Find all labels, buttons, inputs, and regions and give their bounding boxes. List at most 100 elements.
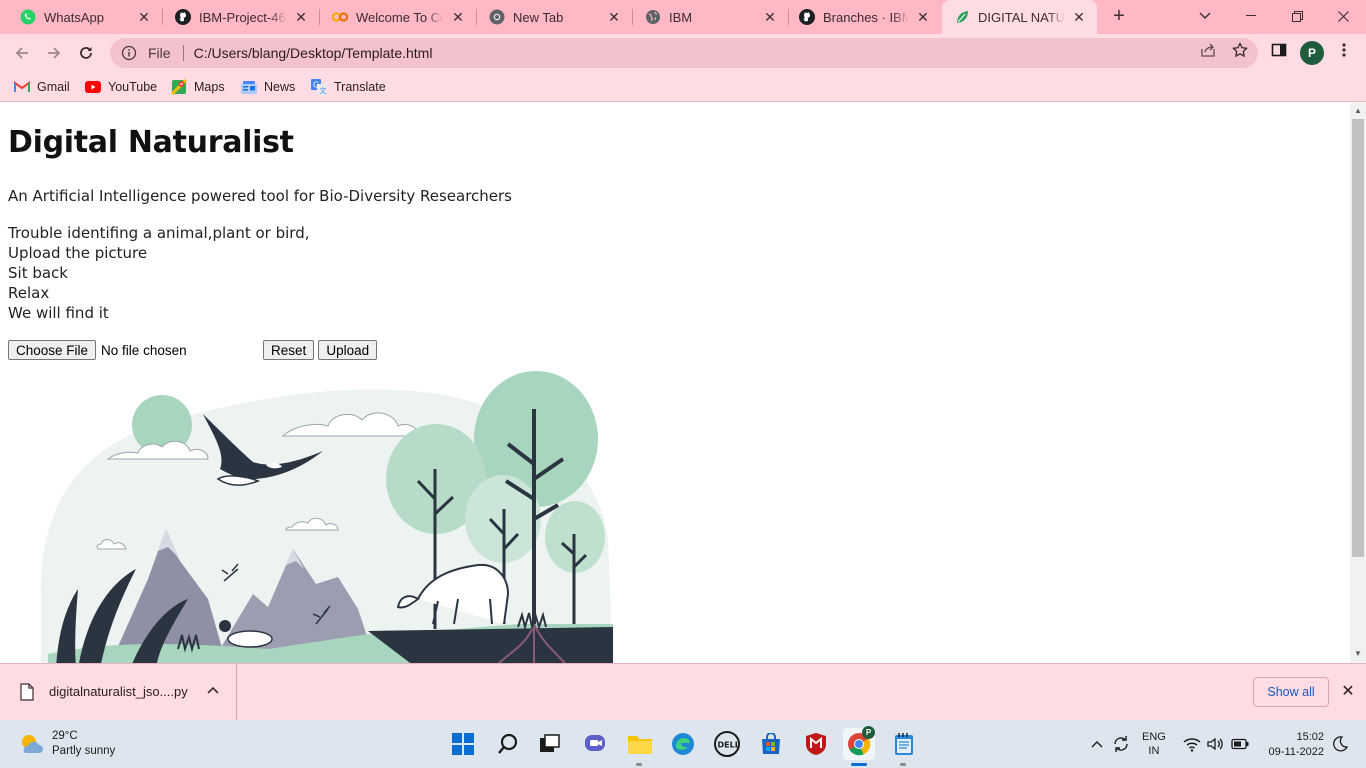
close-icon[interactable]: ✕ bbox=[450, 9, 466, 25]
search-icon[interactable] bbox=[492, 728, 524, 760]
file-explorer-icon[interactable] bbox=[624, 728, 656, 760]
wifi-icon[interactable] bbox=[1183, 735, 1201, 753]
profile-avatar[interactable]: P bbox=[1300, 41, 1324, 65]
close-icon[interactable]: ✕ bbox=[1339, 683, 1357, 701]
tab-title: New Tab bbox=[513, 9, 564, 25]
close-icon[interactable]: ✕ bbox=[762, 9, 778, 25]
instruction-line: We will find it bbox=[8, 304, 109, 322]
close-icon[interactable]: ✕ bbox=[915, 9, 931, 25]
instruction-line: Sit back bbox=[8, 264, 68, 282]
reset-button[interactable]: Reset bbox=[263, 340, 315, 360]
tab-title: IBM-Project-4632 bbox=[199, 9, 287, 25]
close-icon[interactable]: ✕ bbox=[1071, 9, 1087, 25]
file-status-text: No file chosen bbox=[101, 342, 187, 358]
back-button[interactable] bbox=[8, 39, 36, 67]
task-view-icon[interactable] bbox=[534, 728, 566, 760]
mcafee-icon[interactable] bbox=[800, 728, 832, 760]
show-all-button[interactable]: Show all bbox=[1253, 677, 1329, 707]
bookmark-youtube[interactable]: YouTube bbox=[85, 76, 157, 98]
bookmark-star-icon[interactable] bbox=[1231, 41, 1249, 59]
chevron-up-icon[interactable] bbox=[1088, 735, 1106, 753]
new-tab-button[interactable]: + bbox=[1108, 6, 1130, 28]
bookmark-label: Maps bbox=[194, 80, 225, 94]
info-icon[interactable] bbox=[120, 44, 138, 62]
page-tagline: An Artificial Intelligence powered tool … bbox=[8, 187, 513, 205]
edge-icon[interactable] bbox=[667, 728, 699, 760]
scroll-down-icon[interactable]: ▼ bbox=[1352, 648, 1364, 660]
start-icon[interactable] bbox=[447, 728, 479, 760]
tab-title: WhatsApp bbox=[44, 9, 104, 25]
close-icon[interactable]: ✕ bbox=[136, 9, 152, 25]
notifications-icon[interactable] bbox=[1331, 735, 1349, 753]
microsoft-store-icon[interactable] bbox=[755, 728, 787, 760]
tab-title: IBM bbox=[669, 9, 693, 25]
tab-digital-naturalist[interactable]: DIGITAL NATURALIST ✕ bbox=[942, 0, 1097, 34]
tab-new-tab[interactable]: New Tab ✕ bbox=[477, 0, 632, 34]
volume-icon[interactable] bbox=[1206, 735, 1224, 753]
close-icon[interactable]: ✕ bbox=[293, 9, 309, 25]
tab-colab[interactable]: Welcome To Colab ✕ bbox=[320, 0, 476, 34]
file-icon bbox=[20, 683, 34, 701]
forward-button[interactable] bbox=[40, 39, 68, 67]
tab-title: Welcome To Colab bbox=[356, 9, 444, 25]
tab-whatsapp[interactable]: WhatsApp ✕ bbox=[0, 0, 162, 34]
download-item[interactable]: digitalnaturalist_jso....py bbox=[0, 664, 237, 720]
running-indicator bbox=[900, 763, 906, 766]
tab-github-branches[interactable]: Branches · IBM-E ✕ bbox=[789, 0, 941, 34]
bookmark-label: YouTube bbox=[108, 80, 158, 94]
notepad-icon[interactable] bbox=[888, 728, 920, 760]
restore-icon[interactable] bbox=[1274, 0, 1320, 32]
page-title: Digital Naturalist bbox=[8, 125, 294, 160]
tab-ibm[interactable]: IBM ✕ bbox=[633, 0, 788, 34]
system-clock[interactable]: 15:02 09-11-2022 bbox=[1262, 730, 1324, 760]
clock-time: 15:02 bbox=[1296, 731, 1324, 743]
clock-date: 09-11-2022 bbox=[1268, 746, 1324, 758]
address-bar[interactable]: File C:/Users/blang/Desktop/Template.htm… bbox=[110, 38, 1258, 68]
running-indicator bbox=[636, 763, 642, 766]
bookmarks-bar: Gmail YouTube Maps News G文 Translate bbox=[0, 72, 1366, 102]
partly-sunny-icon bbox=[22, 735, 43, 753]
url-text[interactable]: C:/Users/blang/Desktop/Template.html bbox=[194, 45, 433, 61]
language-indicator[interactable]: ENG IN bbox=[1142, 730, 1166, 758]
instruction-line: Trouble identifing a animal,plant or bir… bbox=[8, 224, 310, 242]
sync-icon[interactable] bbox=[1112, 735, 1130, 753]
weather-widget[interactable]: 29°C Partly sunny bbox=[18, 729, 115, 759]
bookmark-label: Gmail bbox=[37, 80, 70, 94]
close-icon[interactable]: ✕ bbox=[606, 9, 622, 25]
tab-search-chevron-icon[interactable] bbox=[1182, 0, 1228, 32]
page-viewport: Digital Naturalist An Artificial Intelli… bbox=[0, 103, 1350, 663]
menu-kebab-icon[interactable] bbox=[1335, 41, 1353, 59]
download-file-name: digitalnaturalist_jso....py bbox=[49, 684, 188, 699]
tab-github-project[interactable]: IBM-Project-4632 ✕ bbox=[163, 0, 319, 34]
bookmark-maps[interactable]: Maps bbox=[171, 76, 225, 98]
youtube-icon bbox=[85, 79, 101, 95]
teams-chat-icon[interactable] bbox=[580, 728, 612, 760]
svg-text:文: 文 bbox=[320, 86, 327, 95]
url-scheme-label: File bbox=[148, 45, 171, 61]
chrome-taskbar-icon[interactable]: P bbox=[843, 726, 875, 760]
svg-text:DELL: DELL bbox=[718, 741, 740, 750]
share-icon[interactable] bbox=[1199, 41, 1217, 59]
chrome-icon bbox=[489, 9, 505, 25]
window-close-icon[interactable] bbox=[1320, 0, 1366, 32]
scrollbar-thumb[interactable] bbox=[1352, 119, 1364, 557]
scroll-up-icon[interactable]: ▲ bbox=[1352, 105, 1364, 117]
battery-icon[interactable] bbox=[1231, 735, 1249, 753]
whatsapp-icon bbox=[20, 9, 36, 25]
windows-taskbar: 29°C Partly sunny DELL P ENG IN 15:02 09… bbox=[0, 720, 1366, 768]
region-code: IN bbox=[1148, 745, 1160, 757]
bookmark-translate[interactable]: G文 Translate bbox=[311, 76, 386, 98]
minimize-icon[interactable] bbox=[1228, 0, 1274, 32]
reload-button[interactable] bbox=[72, 39, 100, 67]
choose-file-button[interactable]: Choose File bbox=[8, 340, 97, 360]
nature-illustration bbox=[40, 371, 613, 663]
dell-icon[interactable]: DELL bbox=[711, 728, 743, 760]
chrome-profile-badge: P bbox=[862, 726, 875, 739]
github-icon bbox=[175, 9, 191, 25]
bookmark-gmail[interactable]: Gmail bbox=[14, 76, 70, 98]
side-panel-icon[interactable] bbox=[1270, 41, 1288, 59]
upload-button[interactable]: Upload bbox=[318, 340, 378, 360]
chevron-up-icon[interactable] bbox=[206, 684, 220, 698]
bookmark-news[interactable]: News bbox=[241, 76, 295, 98]
upload-form: Choose File No file chosen Reset Upload bbox=[8, 340, 378, 360]
